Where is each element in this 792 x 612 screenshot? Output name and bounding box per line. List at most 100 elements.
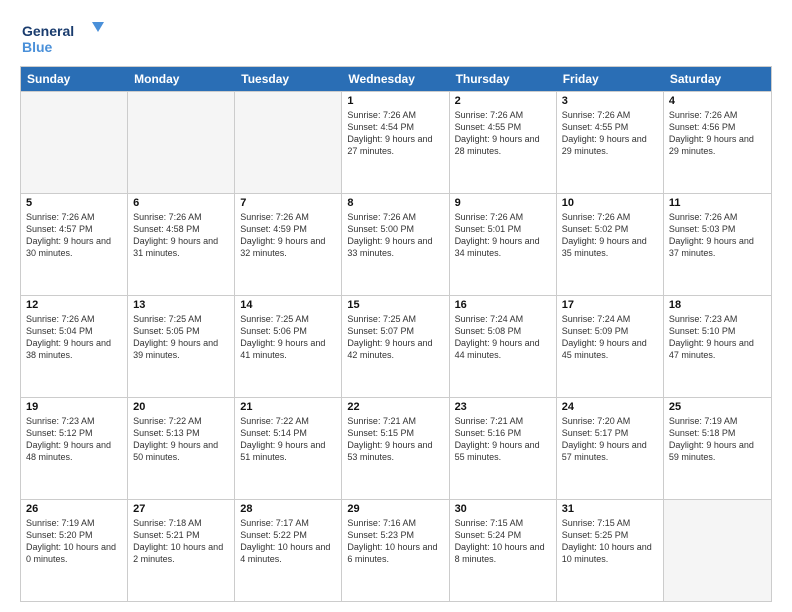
header-day: Wednesday <box>342 67 449 91</box>
day-number: 6 <box>133 197 229 209</box>
cell-info: Sunrise: 7:20 AMSunset: 5:17 PMDaylight:… <box>562 415 658 464</box>
day-number: 13 <box>133 299 229 311</box>
cell-info: Sunrise: 7:26 AMSunset: 5:02 PMDaylight:… <box>562 211 658 260</box>
cell-info: Sunrise: 7:26 AMSunset: 4:55 PMDaylight:… <box>562 109 658 158</box>
calendar-cell: 11 Sunrise: 7:26 AMSunset: 5:03 PMDayligh… <box>664 194 771 295</box>
calendar-cell: 1 Sunrise: 7:26 AMSunset: 4:54 PMDaylight… <box>342 92 449 193</box>
cell-info: Sunrise: 7:26 AMSunset: 5:04 PMDaylight:… <box>26 313 122 362</box>
calendar-cell: 23 Sunrise: 7:21 AMSunset: 5:16 PMDayligh… <box>450 398 557 499</box>
day-number: 10 <box>562 197 658 209</box>
cell-info: Sunrise: 7:26 AMSunset: 4:59 PMDaylight:… <box>240 211 336 260</box>
calendar-cell: 28 Sunrise: 7:17 AMSunset: 5:22 PMDayligh… <box>235 500 342 601</box>
header-day: Sunday <box>21 67 128 91</box>
header-day: Thursday <box>450 67 557 91</box>
cell-info: Sunrise: 7:17 AMSunset: 5:22 PMDaylight:… <box>240 517 336 566</box>
cell-info: Sunrise: 7:25 AMSunset: 5:06 PMDaylight:… <box>240 313 336 362</box>
day-number: 16 <box>455 299 551 311</box>
logo: General Blue <box>20 16 110 58</box>
cell-info: Sunrise: 7:21 AMSunset: 5:16 PMDaylight:… <box>455 415 551 464</box>
calendar-cell: 22Sunrise: 7:21 AMSunset: 5:15 PMDayligh… <box>342 398 449 499</box>
calendar-cell: 9Sunrise: 7:26 AMSunset: 5:01 PMDaylight… <box>450 194 557 295</box>
day-number: 31 <box>562 503 658 515</box>
calendar: SundayMondayTuesdayWednesdayThursdayFrid… <box>20 66 772 602</box>
day-number: 20 <box>133 401 229 413</box>
calendar-cell: 31 Sunrise: 7:15 AMSunset: 5:25 PMDayligh… <box>557 500 664 601</box>
cell-info: Sunrise: 7:26 AMSunset: 5:03 PMDaylight:… <box>669 211 766 260</box>
calendar-cell: 30 Sunrise: 7:15 AMSunset: 5:24 PMDayligh… <box>450 500 557 601</box>
cell-info: Sunrise: 7:26 AMSunset: 5:00 PMDaylight:… <box>347 211 443 260</box>
day-number: 9 <box>455 197 551 209</box>
day-number: 12 <box>26 299 122 311</box>
cell-info: Sunrise: 7:26 AMSunset: 4:57 PMDaylight:… <box>26 211 122 260</box>
calendar-cell: 16 Sunrise: 7:24 AMSunset: 5:08 PMDayligh… <box>450 296 557 397</box>
calendar-header: SundayMondayTuesdayWednesdayThursdayFrid… <box>21 67 771 91</box>
header-day: Saturday <box>664 67 771 91</box>
calendar-row: 19Sunrise: 7:23 AMSunset: 5:12 PMDayligh… <box>21 397 771 499</box>
calendar-cell: 27 Sunrise: 7:18 AMSunset: 5:21 PMDayligh… <box>128 500 235 601</box>
cell-info: Sunrise: 7:24 AMSunset: 5:08 PMDaylight:… <box>455 313 551 362</box>
day-number: 24 <box>562 401 658 413</box>
calendar-cell: 8 Sunrise: 7:26 AMSunset: 5:00 PMDaylight… <box>342 194 449 295</box>
day-number: 29 <box>347 503 443 515</box>
day-number: 27 <box>133 503 229 515</box>
cell-info: Sunrise: 7:26 AMSunset: 4:58 PMDaylight:… <box>133 211 229 260</box>
day-number: 5 <box>26 197 122 209</box>
calendar-cell: 7 Sunrise: 7:26 AMSunset: 4:59 PMDaylight… <box>235 194 342 295</box>
calendar-cell: 17 Sunrise: 7:24 AMSunset: 5:09 PMDayligh… <box>557 296 664 397</box>
calendar-cell <box>128 92 235 193</box>
day-number: 7 <box>240 197 336 209</box>
cell-info: Sunrise: 7:26 AMSunset: 4:54 PMDaylight:… <box>347 109 443 158</box>
calendar-cell: 15Sunrise: 7:25 AMSunset: 5:07 PMDayligh… <box>342 296 449 397</box>
calendar-cell: 4Sunrise: 7:26 AMSunset: 4:56 PMDaylight… <box>664 92 771 193</box>
cell-info: Sunrise: 7:21 AMSunset: 5:15 PMDaylight:… <box>347 415 443 464</box>
calendar-cell <box>235 92 342 193</box>
day-number: 18 <box>669 299 766 311</box>
calendar-row: 12 Sunrise: 7:26 AMSunset: 5:04 PMDayligh… <box>21 295 771 397</box>
cell-info: Sunrise: 7:16 AMSunset: 5:23 PMDaylight:… <box>347 517 443 566</box>
calendar-cell: 25Sunrise: 7:19 AMSunset: 5:18 PMDayligh… <box>664 398 771 499</box>
cell-info: Sunrise: 7:15 AMSunset: 5:24 PMDaylight:… <box>455 517 551 566</box>
day-number: 4 <box>669 95 766 107</box>
day-number: 2 <box>455 95 551 107</box>
day-number: 25 <box>669 401 766 413</box>
calendar-cell: 24 Sunrise: 7:20 AMSunset: 5:17 PMDayligh… <box>557 398 664 499</box>
calendar-cell: 12 Sunrise: 7:26 AMSunset: 5:04 PMDayligh… <box>21 296 128 397</box>
day-number: 3 <box>562 95 658 107</box>
cell-info: Sunrise: 7:15 AMSunset: 5:25 PMDaylight:… <box>562 517 658 566</box>
cell-info: Sunrise: 7:24 AMSunset: 5:09 PMDaylight:… <box>562 313 658 362</box>
calendar-cell: 3 Sunrise: 7:26 AMSunset: 4:55 PMDaylight… <box>557 92 664 193</box>
day-number: 28 <box>240 503 336 515</box>
calendar-cell: 18 Sunrise: 7:23 AMSunset: 5:10 PMDayligh… <box>664 296 771 397</box>
page-header: General Blue <box>20 16 772 58</box>
calendar-cell: 14Sunrise: 7:25 AMSunset: 5:06 PMDayligh… <box>235 296 342 397</box>
day-number: 30 <box>455 503 551 515</box>
calendar-cell: 2Sunrise: 7:26 AMSunset: 4:55 PMDaylight… <box>450 92 557 193</box>
day-number: 21 <box>240 401 336 413</box>
day-number: 1 <box>347 95 443 107</box>
svg-text:Blue: Blue <box>22 39 53 55</box>
cell-info: Sunrise: 7:22 AMSunset: 5:13 PMDaylight:… <box>133 415 229 464</box>
header-day: Monday <box>128 67 235 91</box>
calendar-cell <box>664 500 771 601</box>
calendar-cell: 19Sunrise: 7:23 AMSunset: 5:12 PMDayligh… <box>21 398 128 499</box>
calendar-body: 1 Sunrise: 7:26 AMSunset: 4:54 PMDaylight… <box>21 91 771 601</box>
cell-info: Sunrise: 7:23 AMSunset: 5:10 PMDaylight:… <box>669 313 766 362</box>
cell-info: Sunrise: 7:19 AMSunset: 5:20 PMDaylight:… <box>26 517 122 566</box>
day-number: 23 <box>455 401 551 413</box>
cell-info: Sunrise: 7:22 AMSunset: 5:14 PMDaylight:… <box>240 415 336 464</box>
calendar-row: 26 Sunrise: 7:19 AMSunset: 5:20 PMDayligh… <box>21 499 771 601</box>
cell-info: Sunrise: 7:25 AMSunset: 5:05 PMDaylight:… <box>133 313 229 362</box>
day-number: 11 <box>669 197 766 209</box>
day-number: 26 <box>26 503 122 515</box>
day-number: 17 <box>562 299 658 311</box>
calendar-cell: 26 Sunrise: 7:19 AMSunset: 5:20 PMDayligh… <box>21 500 128 601</box>
calendar-row: 1 Sunrise: 7:26 AMSunset: 4:54 PMDaylight… <box>21 91 771 193</box>
calendar-cell: 29 Sunrise: 7:16 AMSunset: 5:23 PMDayligh… <box>342 500 449 601</box>
cell-info: Sunrise: 7:18 AMSunset: 5:21 PMDaylight:… <box>133 517 229 566</box>
calendar-cell <box>21 92 128 193</box>
calendar-row: 5 Sunrise: 7:26 AMSunset: 4:57 PMDaylight… <box>21 193 771 295</box>
calendar-cell: 5 Sunrise: 7:26 AMSunset: 4:57 PMDaylight… <box>21 194 128 295</box>
calendar-cell: 10 Sunrise: 7:26 AMSunset: 5:02 PMDayligh… <box>557 194 664 295</box>
day-number: 19 <box>26 401 122 413</box>
day-number: 8 <box>347 197 443 209</box>
